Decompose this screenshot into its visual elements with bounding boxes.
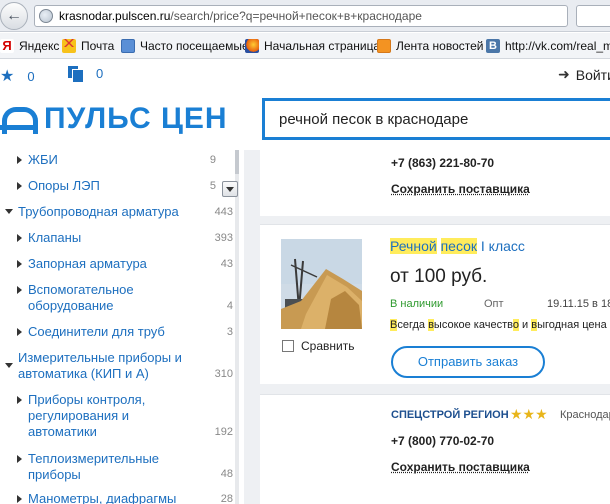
sidebar-item-label: оборудование xyxy=(28,298,114,313)
expand-arrow-icon xyxy=(17,455,22,463)
availability-status: В наличии xyxy=(390,298,444,310)
sidebar-item-label: автоматика (КИП и А) xyxy=(18,366,149,381)
save-supplier-link[interactable]: Сохранить поставщика xyxy=(391,182,530,196)
yandex-icon: Я xyxy=(0,39,14,53)
search-box xyxy=(262,98,610,140)
folder-icon xyxy=(121,39,135,53)
sidebar-item-power-poles[interactable]: Опоры ЛЭП xyxy=(28,178,100,194)
sidebar-item-count: 5 xyxy=(209,180,216,192)
expand-arrow-icon xyxy=(17,182,22,190)
globe-icon xyxy=(39,9,53,23)
url-field[interactable]: krasnodar.pulscen.ru/search/price?q=речн… xyxy=(34,5,568,27)
rating-stars: ★★★ xyxy=(510,406,548,422)
vk-icon: B xyxy=(486,39,500,53)
product-price: от 100 руб. xyxy=(390,266,488,287)
expand-arrow-icon xyxy=(17,495,22,503)
sidebar-item-shutoff-valves[interactable]: Запорная арматура xyxy=(28,256,147,272)
sidebar-item-control-devices[interactable]: Приборы контроля, регулирования и автома… xyxy=(28,392,145,440)
expand-arrow-icon xyxy=(17,260,22,268)
browser-search-field[interactable] xyxy=(576,5,610,27)
sidebar-item-label: Вспомогательное xyxy=(28,282,134,297)
sidebar-item-count: 393 xyxy=(214,232,233,244)
sidebar-item-label: Приборы контроля, xyxy=(28,392,146,407)
supplier-city: Краснодар xyxy=(560,409,610,421)
sidebar-item-count: 310 xyxy=(214,368,233,380)
sidebar-item-zhbi[interactable]: ЖБИ xyxy=(28,152,58,168)
firefox-icon xyxy=(245,39,259,53)
browser-address-bar: ← krasnodar.pulscen.ru/search/price?q=ре… xyxy=(0,0,610,32)
site-top-bar: ★0 0 ➜Войти xyxy=(0,60,610,90)
compare-label: Сравнить xyxy=(301,339,355,353)
login-link[interactable]: ➜Войти xyxy=(558,66,610,83)
back-button[interactable]: ← xyxy=(0,2,28,30)
listing-date: 19.11.15 в 18 xyxy=(547,298,610,310)
login-arrow-icon: ➜ xyxy=(558,66,570,82)
expand-arrow-icon xyxy=(17,396,22,404)
bookmark-yandex[interactable]: Я Яндекс xyxy=(0,39,59,53)
collapse-arrow-icon xyxy=(5,363,13,368)
sidebar-item-count: 443 xyxy=(214,206,233,218)
supplier-name-link[interactable]: СПЕЦСТРОЙ РЕГИОН xyxy=(391,409,509,421)
product-image[interactable] xyxy=(281,239,362,329)
product-description: Всегда высокое качество и выгодная цена xyxy=(390,319,607,331)
search-input[interactable] xyxy=(265,101,610,137)
sidebar-item-count: 43 xyxy=(220,258,233,270)
compare-checkbox[interactable] xyxy=(282,340,294,352)
sidebar-item-measuring-instruments[interactable]: Измерительные приборы и автоматика (КИП … xyxy=(18,350,182,382)
sidebar-item-label: автоматики xyxy=(28,424,97,439)
expand-arrow-icon xyxy=(17,286,22,294)
expand-arrow-icon xyxy=(17,328,22,336)
sidebar-scrollbar[interactable] xyxy=(235,150,239,504)
url-text: krasnodar.pulscen.ru/search/price?q=речн… xyxy=(59,9,422,23)
sidebar-item-pipeline-fittings[interactable]: Трубопроводная арматура xyxy=(18,204,179,220)
collapse-arrow-icon xyxy=(5,209,13,214)
sidebar-item-count: 192 xyxy=(214,426,233,438)
product-title-link[interactable]: Речной песок I класс xyxy=(390,238,525,254)
expand-arrow-icon xyxy=(17,156,22,164)
favorites-counter[interactable]: ★ 0 xyxy=(0,66,35,86)
bookmark-frequent[interactable]: Часто посещаемые xyxy=(121,39,249,53)
bookmark-news-feed[interactable]: Лента новостей xyxy=(377,39,484,53)
sidebar-item-label: Теплоизмерительные xyxy=(28,451,160,466)
expand-arrow-icon xyxy=(17,234,22,242)
send-order-button[interactable]: Отправить заказ xyxy=(391,346,545,378)
sidebar-item-heat-meters[interactable]: Теплоизмерительные приборы xyxy=(28,451,159,483)
bookmark-mail[interactable]: Почта xyxy=(62,39,114,53)
sidebar-item-count: 48 xyxy=(220,468,233,480)
sidebar-item-count: 9 xyxy=(209,154,216,166)
sidebar-item-pipe-connectors[interactable]: Соединители для труб xyxy=(28,324,165,340)
site-logo[interactable]: ПУЛЬС ЦЕН xyxy=(0,102,228,136)
sidebar-item-manometers[interactable]: Манометры, диафрагмы xyxy=(28,491,176,504)
sidebar-item-count: 3 xyxy=(226,326,233,338)
compare-icon xyxy=(68,66,84,83)
bookmarks-bar: Я Яндекс Почта Часто посещаемые Начальная… xyxy=(0,33,610,59)
sidebar-item-count: 28 xyxy=(220,493,233,504)
rss-icon xyxy=(377,39,391,53)
dropdown-toggle-button[interactable] xyxy=(222,181,238,197)
bookmark-vk[interactable]: Bhttp://vk.com/real_m xyxy=(486,39,610,53)
wholesale-label: Опт xyxy=(484,298,504,310)
sidebar-item-label: регулирования и xyxy=(28,408,130,423)
supplier-phone[interactable]: +7 (863) 221-80-70 xyxy=(391,156,494,170)
sidebar-item-label: Измерительные приборы и xyxy=(18,350,182,365)
supplier-phone[interactable]: +7 (800) 770-02-70 xyxy=(391,434,494,448)
sidebar-item-count: 4 xyxy=(226,300,233,312)
logo-mark-icon xyxy=(0,105,38,134)
star-icon: ★ xyxy=(0,68,15,85)
logo-text: ПУЛЬС ЦЕН xyxy=(44,102,228,135)
sidebar-item-label: приборы xyxy=(28,467,81,482)
sidebar-item-auxiliary-equipment[interactable]: Вспомогательное оборудование xyxy=(28,282,134,314)
mail-icon xyxy=(62,39,76,53)
compare-checkbox-row[interactable]: Сравнить xyxy=(282,339,354,353)
sidebar-item-valves[interactable]: Клапаны xyxy=(28,230,81,246)
save-supplier-link[interactable]: Сохранить поставщика xyxy=(391,460,530,474)
sidebar-scroll-thumb[interactable] xyxy=(235,150,239,174)
site-header: ПУЛЬС ЦЕН xyxy=(0,90,610,150)
category-sidebar: ЖБИ 9 Опоры ЛЭП 5 Трубопроводная арматур… xyxy=(0,150,244,504)
compare-counter[interactable]: 0 xyxy=(68,66,103,83)
bookmark-start-page[interactable]: Начальная страница xyxy=(245,39,380,53)
